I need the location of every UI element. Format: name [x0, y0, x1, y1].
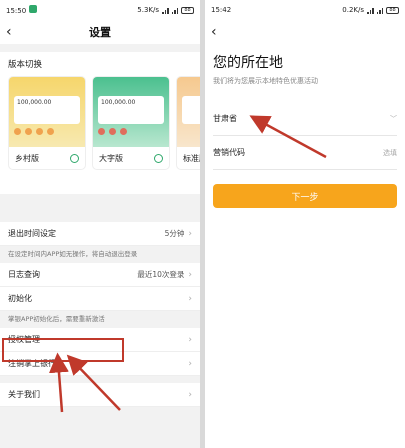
signal-icon-2: [376, 7, 383, 14]
log-value: 最近10次登录: [137, 270, 185, 279]
nav-bar: ‹ 设置: [0, 20, 200, 44]
preview-balance: 100,000.00: [14, 96, 80, 124]
status-bar: 15:42 0.2K/s 88: [205, 0, 405, 20]
timeout-label: 退出时间设定: [8, 229, 56, 238]
about-us-label: 关于我们: [8, 390, 40, 399]
initialize-item[interactable]: 初始化 ›: [0, 287, 200, 311]
version-radio-country[interactable]: [70, 153, 79, 163]
version-label-country: 乡村版: [15, 153, 39, 163]
version-radio-large[interactable]: [154, 153, 163, 163]
back-arrow-icon[interactable]: ‹: [6, 24, 12, 40]
settings-list: 退出时间设定 5分钟 › 在设定时间内APP如无操作，将自动退出登录 日志查询 最…: [0, 222, 200, 407]
version-preview-standard: [177, 77, 200, 147]
log-label: 日志查询: [8, 270, 40, 279]
version-option-country[interactable]: 100,000.00 乡村版: [8, 76, 86, 170]
page-title: 设置: [89, 26, 111, 39]
version-label-standard: 标准版: [183, 153, 200, 163]
version-preview-large: 100,000.00: [93, 77, 169, 147]
signal-icon: [367, 7, 374, 14]
annotation-highlight-box: [2, 338, 124, 362]
status-time: 15:42: [211, 6, 232, 14]
chevron-right-icon: ›: [188, 293, 192, 304]
chevron-right-icon: ›: [188, 228, 192, 239]
status-bar: 15:50 5.3K/s 88: [0, 0, 200, 20]
chevron-down-icon: ﹀: [390, 114, 397, 123]
marketing-code-hint: 选填: [383, 148, 397, 157]
version-switch-card: 版本切换 100,000.00 乡村版 100,000.00 大字版 标准: [0, 52, 200, 194]
nav-bar: ‹: [205, 20, 405, 44]
status-time: 15:50: [6, 7, 27, 15]
chevron-right-icon: ›: [188, 334, 192, 345]
battery-icon: 88: [181, 6, 194, 14]
log-query-item[interactable]: 日志查询 最近10次登录 ›: [0, 263, 200, 287]
version-section-title: 版本切换: [8, 60, 43, 70]
timeout-note: 在设定时间内APP如无操作，将自动退出登录: [0, 246, 200, 263]
chevron-right-icon: ›: [188, 389, 192, 400]
signal-icon: [162, 7, 169, 14]
chevron-right-icon: ›: [188, 269, 192, 280]
network-speed: 5.3K/s: [137, 6, 159, 14]
location-subtitle: 我们将为您展示本地特色优惠活动: [213, 77, 318, 85]
battery-icon: 88: [386, 6, 399, 14]
province-select[interactable]: 甘肃省 ﹀: [213, 102, 397, 136]
initialize-note: 掌银APP初始化后，需要重新激活: [0, 311, 200, 328]
version-option-large[interactable]: 100,000.00 大字版: [92, 76, 170, 170]
about-us-item[interactable]: 关于我们 ›: [0, 383, 200, 407]
version-preview-country: 100,000.00: [9, 77, 85, 147]
location-title: 您的所在地: [213, 55, 283, 71]
app-notification-icon: [29, 5, 38, 13]
timeout-setting-item[interactable]: 退出时间设定 5分钟 ›: [0, 222, 200, 246]
settings-screen: 15:50 5.3K/s 88 ‹ 设置 版本切换 100,000.00 乡村版: [0, 0, 200, 448]
chevron-right-icon: ›: [188, 358, 192, 369]
preview-balance-large: 100,000.00: [98, 96, 164, 124]
province-value: 甘肃省: [213, 114, 237, 123]
version-option-standard[interactable]: 标准版: [176, 76, 200, 170]
version-label-large: 大字版: [99, 153, 123, 163]
network-speed: 0.2K/s: [342, 6, 364, 14]
marketing-code-label: 营销代码: [213, 148, 245, 157]
back-arrow-icon[interactable]: ‹: [211, 24, 217, 40]
marketing-code-field[interactable]: 营销代码 选填: [213, 136, 397, 170]
timeout-value: 5分钟: [164, 229, 185, 238]
signal-icon-2: [171, 7, 178, 14]
location-screen: 15:42 0.2K/s 88 ‹ 您的所在地 我们将为您展示本地特色优惠活动 …: [205, 0, 405, 448]
next-step-button[interactable]: 下一步: [213, 184, 397, 208]
initialize-label: 初始化: [8, 294, 32, 303]
